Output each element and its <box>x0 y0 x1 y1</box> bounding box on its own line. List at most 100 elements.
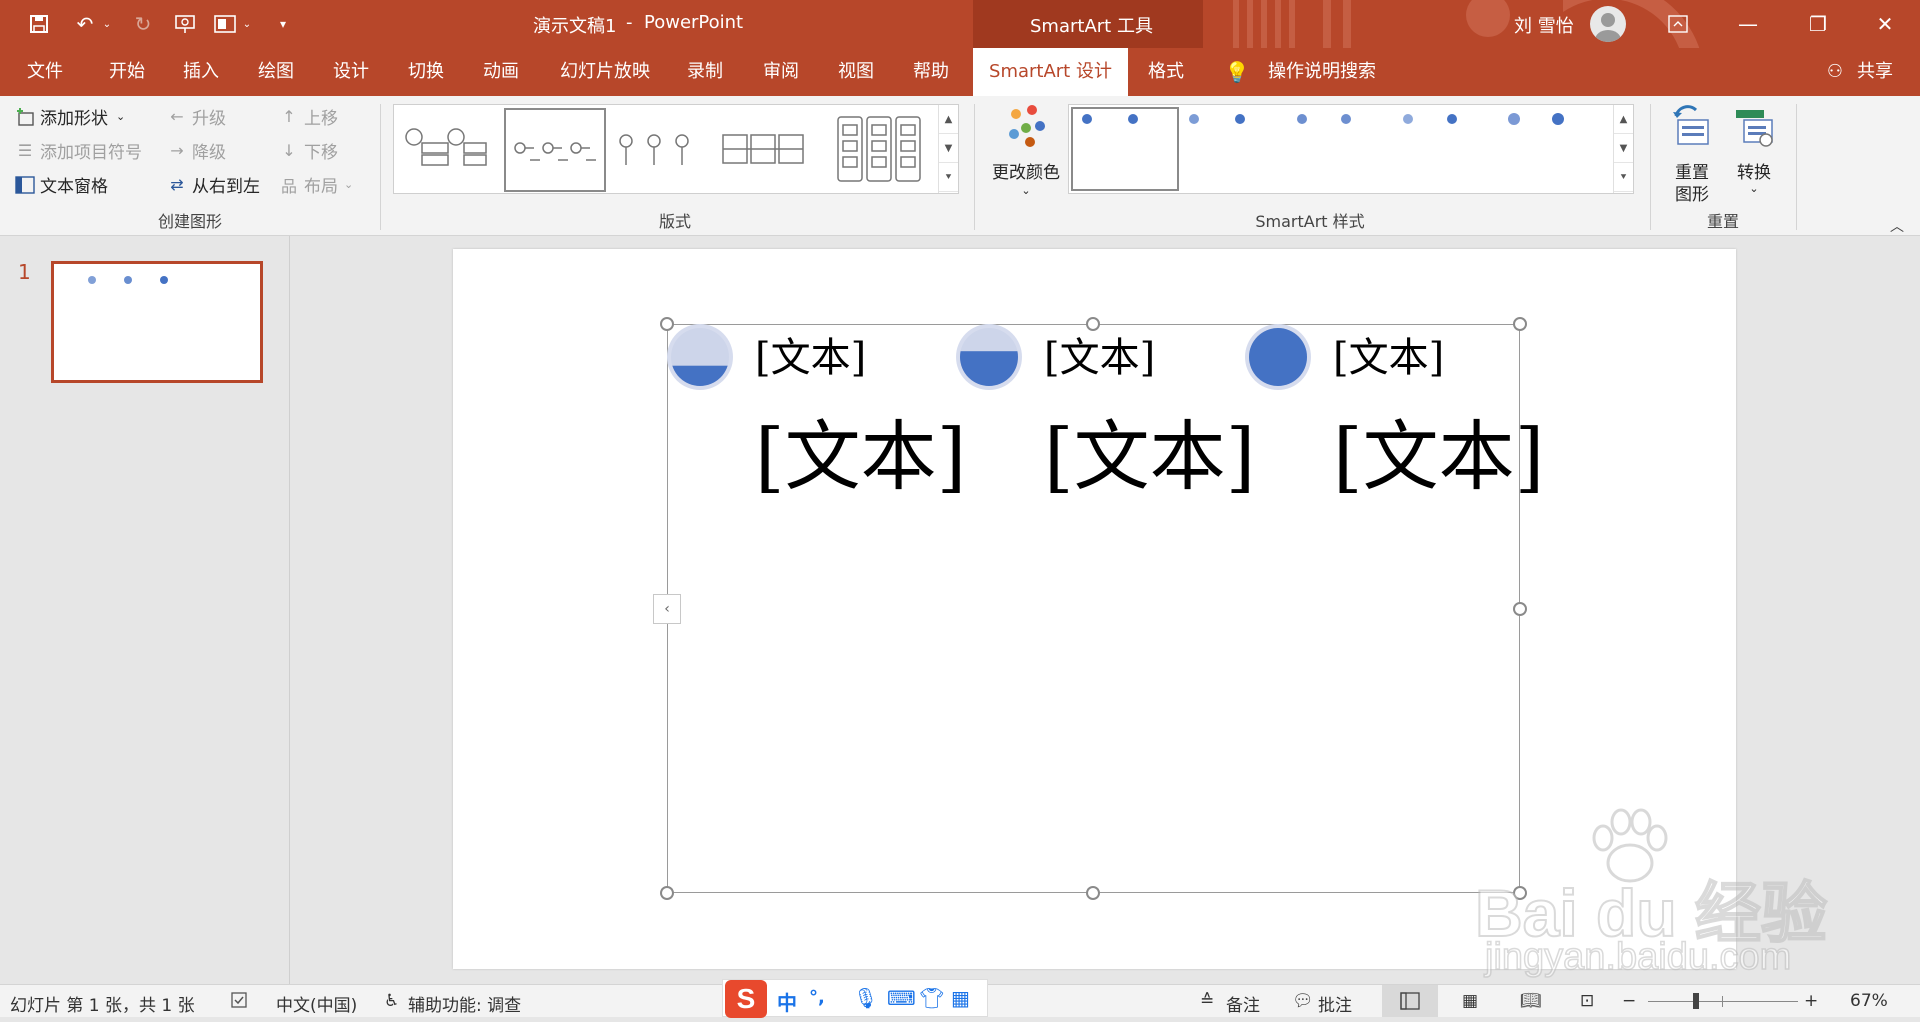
save-icon[interactable] <box>24 10 54 38</box>
tab-design[interactable]: 设计 <box>320 48 382 96</box>
ribbon-display-options-icon[interactable] <box>1643 0 1713 48</box>
avatar[interactable] <box>1590 6 1626 42</box>
notes-button[interactable]: 备注 <box>1226 991 1260 1016</box>
reading-view-icon[interactable]: 📖︎ <box>1520 991 1542 1011</box>
microphone-icon[interactable]: 🎙︎ <box>853 986 878 1010</box>
tab-file[interactable]: 文件 <box>14 48 76 96</box>
tab-record[interactable]: 录制 <box>674 48 736 96</box>
palette-icon <box>1009 105 1045 147</box>
layout-dropdown-icon[interactable]: ⌄ <box>240 10 254 38</box>
tab-slideshow[interactable]: 幻灯片放映 <box>550 48 660 96</box>
restore-icon[interactable]: ❐ <box>1783 0 1853 48</box>
notes-icon[interactable]: ≙ <box>1200 991 1214 1011</box>
text-pane-toggle[interactable]: ‹ <box>653 594 681 624</box>
scroll-up-icon[interactable]: ▲ <box>1614 105 1633 135</box>
tab-draw[interactable]: 绘图 <box>245 48 307 96</box>
sogou-logo-icon[interactable]: S <box>725 980 767 1018</box>
document-title: 演示文稿1 <box>533 16 617 37</box>
ime-punctuation[interactable]: °, <box>809 987 825 1008</box>
resize-handle[interactable] <box>660 886 674 900</box>
slide-sorter-icon[interactable]: ▦ <box>1462 991 1478 1011</box>
tab-format[interactable]: 格式 <box>1135 48 1197 96</box>
add-shape-dropdown-icon[interactable]: ⌄ <box>116 110 125 123</box>
normal-view-button[interactable] <box>1382 985 1438 1017</box>
slide-thumbnail-preview <box>88 276 168 284</box>
accessibility-status[interactable]: 辅助功能: 调查 <box>408 991 521 1016</box>
zoom-out-icon[interactable]: − <box>1622 991 1636 1011</box>
convert-button[interactable]: 转换 ⌄ <box>1726 104 1782 204</box>
style-options-row[interactable] <box>1184 109 1604 131</box>
comments-button[interactable]: 批注 <box>1318 991 1352 1016</box>
tab-review[interactable]: 审阅 <box>750 48 812 96</box>
node-header-text[interactable]: [文本] <box>755 325 866 383</box>
layout-option[interactable] <box>402 117 488 181</box>
layout-option[interactable] <box>719 117 809 181</box>
progress-circle[interactable] <box>1245 324 1311 390</box>
node-body-text[interactable]: [文本] <box>755 395 966 505</box>
toolbox-grid-icon[interactable]: ▦ <box>951 986 970 1010</box>
layouts-scroll[interactable]: ▲ ▼ ⯆ <box>938 105 958 193</box>
resize-handle[interactable] <box>1086 886 1100 900</box>
tab-transitions[interactable]: 切换 <box>395 48 457 96</box>
tell-me-search[interactable]: 操作说明搜索 <box>1262 48 1382 96</box>
ime-chinese-mode[interactable]: 中 <box>777 987 797 1016</box>
scroll-down-icon[interactable]: ▼ <box>1614 134 1633 164</box>
resize-handle[interactable] <box>1513 602 1527 616</box>
change-colors-dropdown-icon: ⌄ <box>1021 184 1031 197</box>
redo-icon: ↻ <box>134 12 152 36</box>
text-pane-button[interactable]: 文本窗格 <box>14 172 108 197</box>
thumbnail-dot <box>124 276 132 284</box>
spell-check-icon[interactable] <box>230 991 248 1009</box>
node-body-text[interactable]: [文本] <box>1333 395 1544 505</box>
add-shape-button[interactable]: 添加形状 ⌄ <box>14 104 125 129</box>
tab-animations[interactable]: 动画 <box>470 48 532 96</box>
tab-insert[interactable]: 插入 <box>170 48 232 96</box>
keyboard-icon[interactable]: ⌨ <box>887 986 916 1010</box>
zoom-in-icon[interactable]: + <box>1804 991 1818 1011</box>
layout-label: 布局 <box>304 177 338 197</box>
slide-thumbnail[interactable] <box>51 261 263 383</box>
close-icon[interactable]: ✕ <box>1850 0 1920 48</box>
node-header-text[interactable]: [文本] <box>1333 325 1444 383</box>
scroll-up-icon[interactable]: ▲ <box>939 105 958 135</box>
add-bullet-label: 添加项目符号 <box>40 143 142 163</box>
text-pane-icon <box>14 175 36 194</box>
change-colors-button[interactable]: 更改颜色 ⌄ <box>988 104 1060 204</box>
customize-qat-icon[interactable]: ▾ <box>272 10 294 38</box>
undo-dropdown-icon[interactable]: ⌄ <box>100 10 114 38</box>
progress-circle[interactable] <box>667 324 733 390</box>
layout-option[interactable] <box>834 113 924 185</box>
collapse-ribbon-icon[interactable]: ︿ <box>1890 216 1904 236</box>
arrow-right-icon: → <box>170 141 184 160</box>
skin-shirt-icon[interactable]: 👕︎ <box>919 986 944 1010</box>
undo-icon[interactable]: ↶ <box>70 10 100 38</box>
zoom-slider-track[interactable] <box>1648 1001 1798 1002</box>
slideshow-icon[interactable]: ⊡ <box>1580 991 1594 1011</box>
minimize-icon[interactable]: — <box>1713 0 1783 48</box>
node-body-text[interactable]: [文本] <box>1044 395 1255 505</box>
reset-graphic-button[interactable]: 重置 图形 <box>1664 104 1720 205</box>
zoom-slider-thumb[interactable] <box>1692 993 1699 1009</box>
tab-home[interactable]: 开始 <box>96 48 158 96</box>
ribbon-separator <box>1796 104 1797 230</box>
layout-icon[interactable] <box>210 10 240 38</box>
right-to-left-button[interactable]: ⇄ 从右到左 <box>166 172 260 197</box>
layout-option[interactable] <box>614 117 700 181</box>
more-icon[interactable]: ⯆ <box>939 163 958 193</box>
comments-icon[interactable]: 💬︎ <box>1292 991 1314 1011</box>
progress-circle[interactable] <box>956 324 1022 390</box>
tab-view[interactable]: 视图 <box>825 48 887 96</box>
styles-scroll[interactable]: ▲ ▼ ⯆ <box>1613 105 1633 193</box>
node-header-text[interactable]: [文本] <box>1044 325 1155 383</box>
scroll-down-icon[interactable]: ▼ <box>939 134 958 164</box>
zoom-level[interactable]: 67% <box>1850 991 1888 1011</box>
present-from-start-icon[interactable] <box>170 10 200 38</box>
tab-help[interactable]: 帮助 <box>900 48 962 96</box>
accessibility-icon[interactable]: ♿︎ <box>384 991 399 1011</box>
language-indicator[interactable]: 中文(中国) <box>276 991 357 1016</box>
more-icon[interactable]: ⯆ <box>1614 163 1633 193</box>
style-option-selected[interactable] <box>1071 107 1179 191</box>
layout-option-selected[interactable] <box>504 108 606 192</box>
tab-smartart-design[interactable]: SmartArt 设计 <box>973 48 1128 96</box>
share-button[interactable]: 共享 <box>1850 48 1900 96</box>
